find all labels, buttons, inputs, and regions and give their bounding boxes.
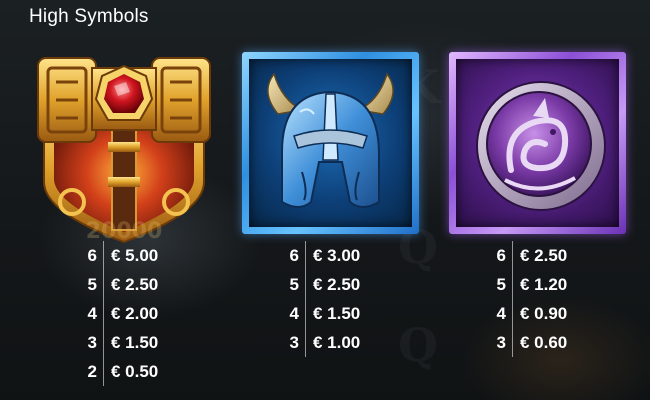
payout-row: 5 € 1.20	[494, 270, 567, 299]
payout-value: € 0.90	[520, 304, 568, 323]
payout-value: € 0.60	[520, 333, 568, 352]
symbol-count: 2	[85, 357, 104, 386]
payout-row: 4 € 0.90	[494, 299, 567, 328]
payout-value: € 2.50	[313, 275, 361, 294]
symbol-count: 4	[85, 299, 104, 328]
payout-row: 3 € 1.50	[85, 328, 158, 357]
bg-reel-letter: Q	[398, 318, 439, 372]
symbol-count: 6	[494, 241, 513, 270]
payout-value: € 0.50	[111, 362, 159, 381]
payout-row: 3 € 0.60	[494, 328, 567, 357]
payout-value: € 1.50	[313, 304, 361, 323]
helmet-symbol	[242, 52, 419, 234]
symbol-count: 4	[494, 299, 513, 328]
payout-value: € 2.00	[111, 304, 159, 323]
payout-row: 3 € 1.00	[287, 328, 360, 357]
paytable-shield: 6 € 2.50 5 € 1.20 4 € 0.90 3 € 0.60	[494, 241, 567, 357]
symbol-count: 3	[287, 328, 306, 357]
symbol-count: 6	[85, 241, 104, 270]
hammer-symbol: 20000	[34, 52, 214, 247]
paytable-helmet: 6 € 3.00 5 € 2.50 4 € 1.50 3 € 1.00	[287, 241, 360, 357]
payout-value: € 5.00	[111, 246, 159, 265]
payout-value: € 2.50	[111, 275, 159, 294]
payout-row: 2 € 0.50	[85, 357, 158, 386]
symbol-count: 6	[287, 241, 306, 270]
payout-row: 6 € 3.00	[287, 241, 360, 270]
horned-helmet-icon	[267, 72, 394, 208]
symbol-count: 3	[85, 328, 104, 357]
payout-row: 4 € 1.50	[287, 299, 360, 328]
page-title: High Symbols	[29, 6, 149, 27]
payout-value: € 1.50	[111, 333, 159, 352]
payout-row: 5 € 2.50	[287, 270, 360, 299]
symbol-count: 5	[494, 270, 513, 299]
paytable-hammer: 6 € 5.00 5 € 2.50 4 € 2.00 3 € 1.50 2 € 0.50	[85, 241, 158, 386]
symbol-count: 5	[85, 270, 104, 299]
symbol-count: 5	[287, 270, 306, 299]
payout-value: € 3.00	[313, 246, 361, 265]
payout-row: 5 € 2.50	[85, 270, 158, 299]
payout-row: 6 € 5.00	[85, 241, 158, 270]
payout-value: € 1.00	[313, 333, 361, 352]
shield-symbol	[449, 52, 626, 234]
symbol-count: 4	[287, 299, 306, 328]
symbol-count: 3	[494, 328, 513, 357]
golden-hammer-icon: 20000	[37, 57, 211, 244]
dragon-shield-icon	[476, 81, 606, 211]
payout-row: 4 € 2.00	[85, 299, 158, 328]
payout-value: € 1.20	[520, 275, 568, 294]
payout-row: 6 € 2.50	[494, 241, 567, 270]
payout-value: € 2.50	[520, 246, 568, 265]
